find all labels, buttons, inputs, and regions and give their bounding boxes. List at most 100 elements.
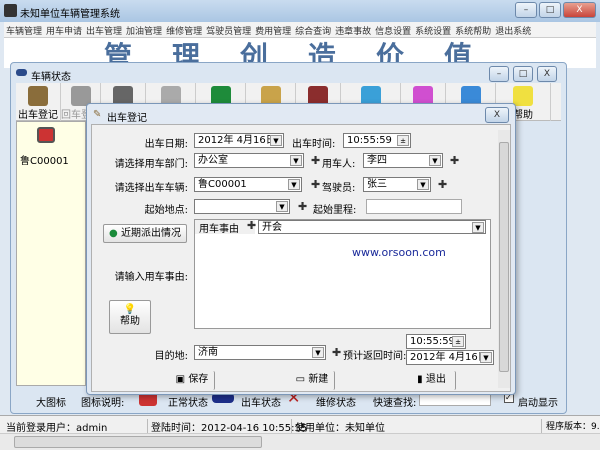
scrollbar-thumb[interactable]: [499, 142, 509, 372]
driver-select[interactable]: 张三 ▼: [363, 177, 431, 192]
large-icon-toggle[interactable]: 大图标: [36, 394, 66, 409]
inner-close-button[interactable]: X: [537, 66, 557, 82]
menu-item[interactable]: 维修管理: [164, 22, 204, 39]
chevron-down-icon[interactable]: ▼: [472, 222, 484, 233]
exit-button[interactable]: ▮ 退出: [408, 371, 456, 390]
spinner-icon[interactable]: ±: [397, 135, 409, 146]
save-button[interactable]: ▣ 保存: [170, 371, 215, 390]
chevron-down-icon[interactable]: ▼: [288, 179, 300, 190]
window-title: 未知单位车辆管理系统: [20, 9, 120, 20]
spinner-icon[interactable]: ±: [452, 336, 464, 347]
dest-value: 济南: [198, 347, 218, 358]
add-user-icon[interactable]: ✚: [450, 154, 459, 167]
inner-minimize-button[interactable]: –: [489, 66, 509, 82]
user-label: 用车人:: [322, 159, 356, 170]
menu-item[interactable]: 出车管理: [84, 22, 124, 39]
menu-item[interactable]: 系统帮助: [453, 22, 493, 39]
minimize-button[interactable]: –: [515, 2, 537, 18]
driver-label: 驾驶员:: [322, 183, 356, 194]
date-picker[interactable]: 2012年 4月16日 ▼: [194, 133, 284, 148]
scrollbar-thumb[interactable]: [14, 436, 262, 448]
return-date-picker[interactable]: 2012年 4月16日 ▼: [406, 350, 494, 365]
globe-icon: ●: [109, 228, 121, 239]
maximize-button[interactable]: □: [539, 2, 561, 18]
menu-item[interactable]: 信息设置: [373, 22, 413, 39]
inner-maximize-button[interactable]: □: [513, 66, 533, 82]
dept-label: 请选择用车部门:: [114, 159, 188, 170]
driver-value: 张三: [367, 179, 387, 190]
reason-label: 请输入用车事由:: [114, 272, 188, 283]
dialog-close-button[interactable]: X: [485, 107, 509, 123]
legend-out: 出车状态: [241, 398, 281, 409]
new-label: 新建: [308, 374, 329, 385]
app-icon: [4, 4, 17, 17]
mileage-label: 起始里程:: [313, 205, 357, 216]
chevron-down-icon[interactable]: ▼: [480, 352, 492, 363]
chevron-down-icon[interactable]: ▼: [276, 201, 288, 212]
new-document-icon: ▭: [295, 374, 309, 385]
quick-search-label: 快速查找:: [373, 398, 417, 409]
return-time-input[interactable]: 10:55:59 ±: [406, 334, 466, 349]
add-dept-icon[interactable]: ✚: [311, 154, 320, 167]
chevron-down-icon[interactable]: ▼: [290, 155, 302, 166]
new-button[interactable]: ▭ 新建: [290, 371, 335, 390]
menu-item[interactable]: 违章事故: [333, 22, 373, 39]
menu-item[interactable]: 系统设置: [413, 22, 453, 39]
menu-item[interactable]: 用车申请: [44, 22, 84, 39]
toolbar-icon: [513, 86, 533, 106]
add-driver-icon[interactable]: ✚: [438, 178, 447, 191]
reason-group-label: 用车事由: [195, 220, 255, 235]
menu-item[interactable]: 加油管理: [124, 22, 164, 39]
add-vehicle-icon[interactable]: ✚: [311, 178, 320, 191]
time-input[interactable]: 10:55:59 ±: [343, 133, 411, 148]
menu-item[interactable]: 综合查询: [293, 22, 333, 39]
toolbar-icon: [28, 86, 48, 106]
close-button[interactable]: X: [563, 2, 596, 18]
save-label: 保存: [188, 374, 209, 385]
add-origin-icon[interactable]: ✚: [298, 200, 307, 213]
help-button[interactable]: 💡 帮助: [109, 300, 151, 334]
return-time-value: 10:55:59: [410, 336, 455, 347]
dept-select[interactable]: 办公室 ▼: [194, 153, 304, 168]
dialog-scrollbar[interactable]: [498, 130, 510, 388]
user-value: 李四: [367, 155, 387, 166]
status-version: 程序版本：9.8: [546, 422, 600, 432]
vehicle-select[interactable]: 鲁C00001 ▼: [194, 177, 302, 192]
vehicle-item-label[interactable]: 鲁C00001: [20, 152, 69, 167]
dest-select[interactable]: 济南 ▼: [194, 345, 326, 360]
toolbar-button[interactable]: 出车登记: [16, 83, 61, 121]
legend-repair: 维修状态: [316, 398, 356, 409]
save-icon: ▣: [175, 374, 189, 385]
origin-label: 起始地点:: [144, 205, 188, 216]
menu-item[interactable]: 退出系统: [493, 22, 533, 39]
chevron-down-icon[interactable]: ▼: [270, 135, 282, 146]
horizontal-scrollbar[interactable]: [0, 433, 600, 450]
toolbar-label: 出车登记: [18, 110, 58, 121]
chevron-down-icon[interactable]: ▼: [429, 155, 441, 166]
reason-combo[interactable]: 开会 ▼: [258, 220, 486, 234]
user-select[interactable]: 李四 ▼: [363, 153, 443, 168]
chevron-down-icon[interactable]: ▼: [312, 347, 324, 358]
status-unit: 使用单位：未知单位: [292, 419, 542, 434]
reason-textarea[interactable]: 用车事由 ✚ 开会 ▼ www.orsoon.com: [194, 219, 491, 329]
menu-item[interactable]: 费用管理: [253, 22, 293, 39]
add-reason-icon[interactable]: ✚: [247, 219, 256, 232]
recent-dispatch-button[interactable]: ● 近期派出情况: [103, 224, 187, 243]
dialog-body: 出车日期: 2012年 4月16日 ▼ 出车时间: 10:55:59 ± 请选择用车…: [91, 124, 511, 392]
car-icon: [16, 69, 27, 76]
departure-dialog: ✎ 出车登记 X 出车日期: 2012年 4月16日 ▼ 出车时间: 10:55:…: [86, 103, 516, 395]
mileage-input[interactable]: [366, 199, 462, 214]
reason-combo-value: 开会: [262, 222, 282, 233]
exit-door-icon: ▮: [417, 374, 426, 385]
date-value: 2012年 4月16日: [198, 135, 276, 146]
vehicle-normal-icon[interactable]: [37, 127, 55, 143]
menu-item[interactable]: 驾驶员管理: [204, 22, 253, 39]
lightbulb-icon: 💡: [123, 304, 137, 315]
chevron-down-icon[interactable]: ▼: [417, 179, 429, 190]
menu-item[interactable]: 车辆管理: [4, 22, 44, 39]
add-dest-icon[interactable]: ✚: [332, 346, 341, 359]
origin-select[interactable]: ▼: [194, 199, 290, 214]
status-bar: 当前登录用户：admin 登陆时间：2012-04-16 10:55:35 使用…: [0, 415, 600, 434]
menu-bar: 车辆管理 用车申请 出车管理 加油管理 维修管理 驾驶员管理 费用管理 综合查询 违章事故 信息设…: [4, 22, 596, 38]
return-date-value: 2012年 4月16日: [410, 352, 488, 363]
